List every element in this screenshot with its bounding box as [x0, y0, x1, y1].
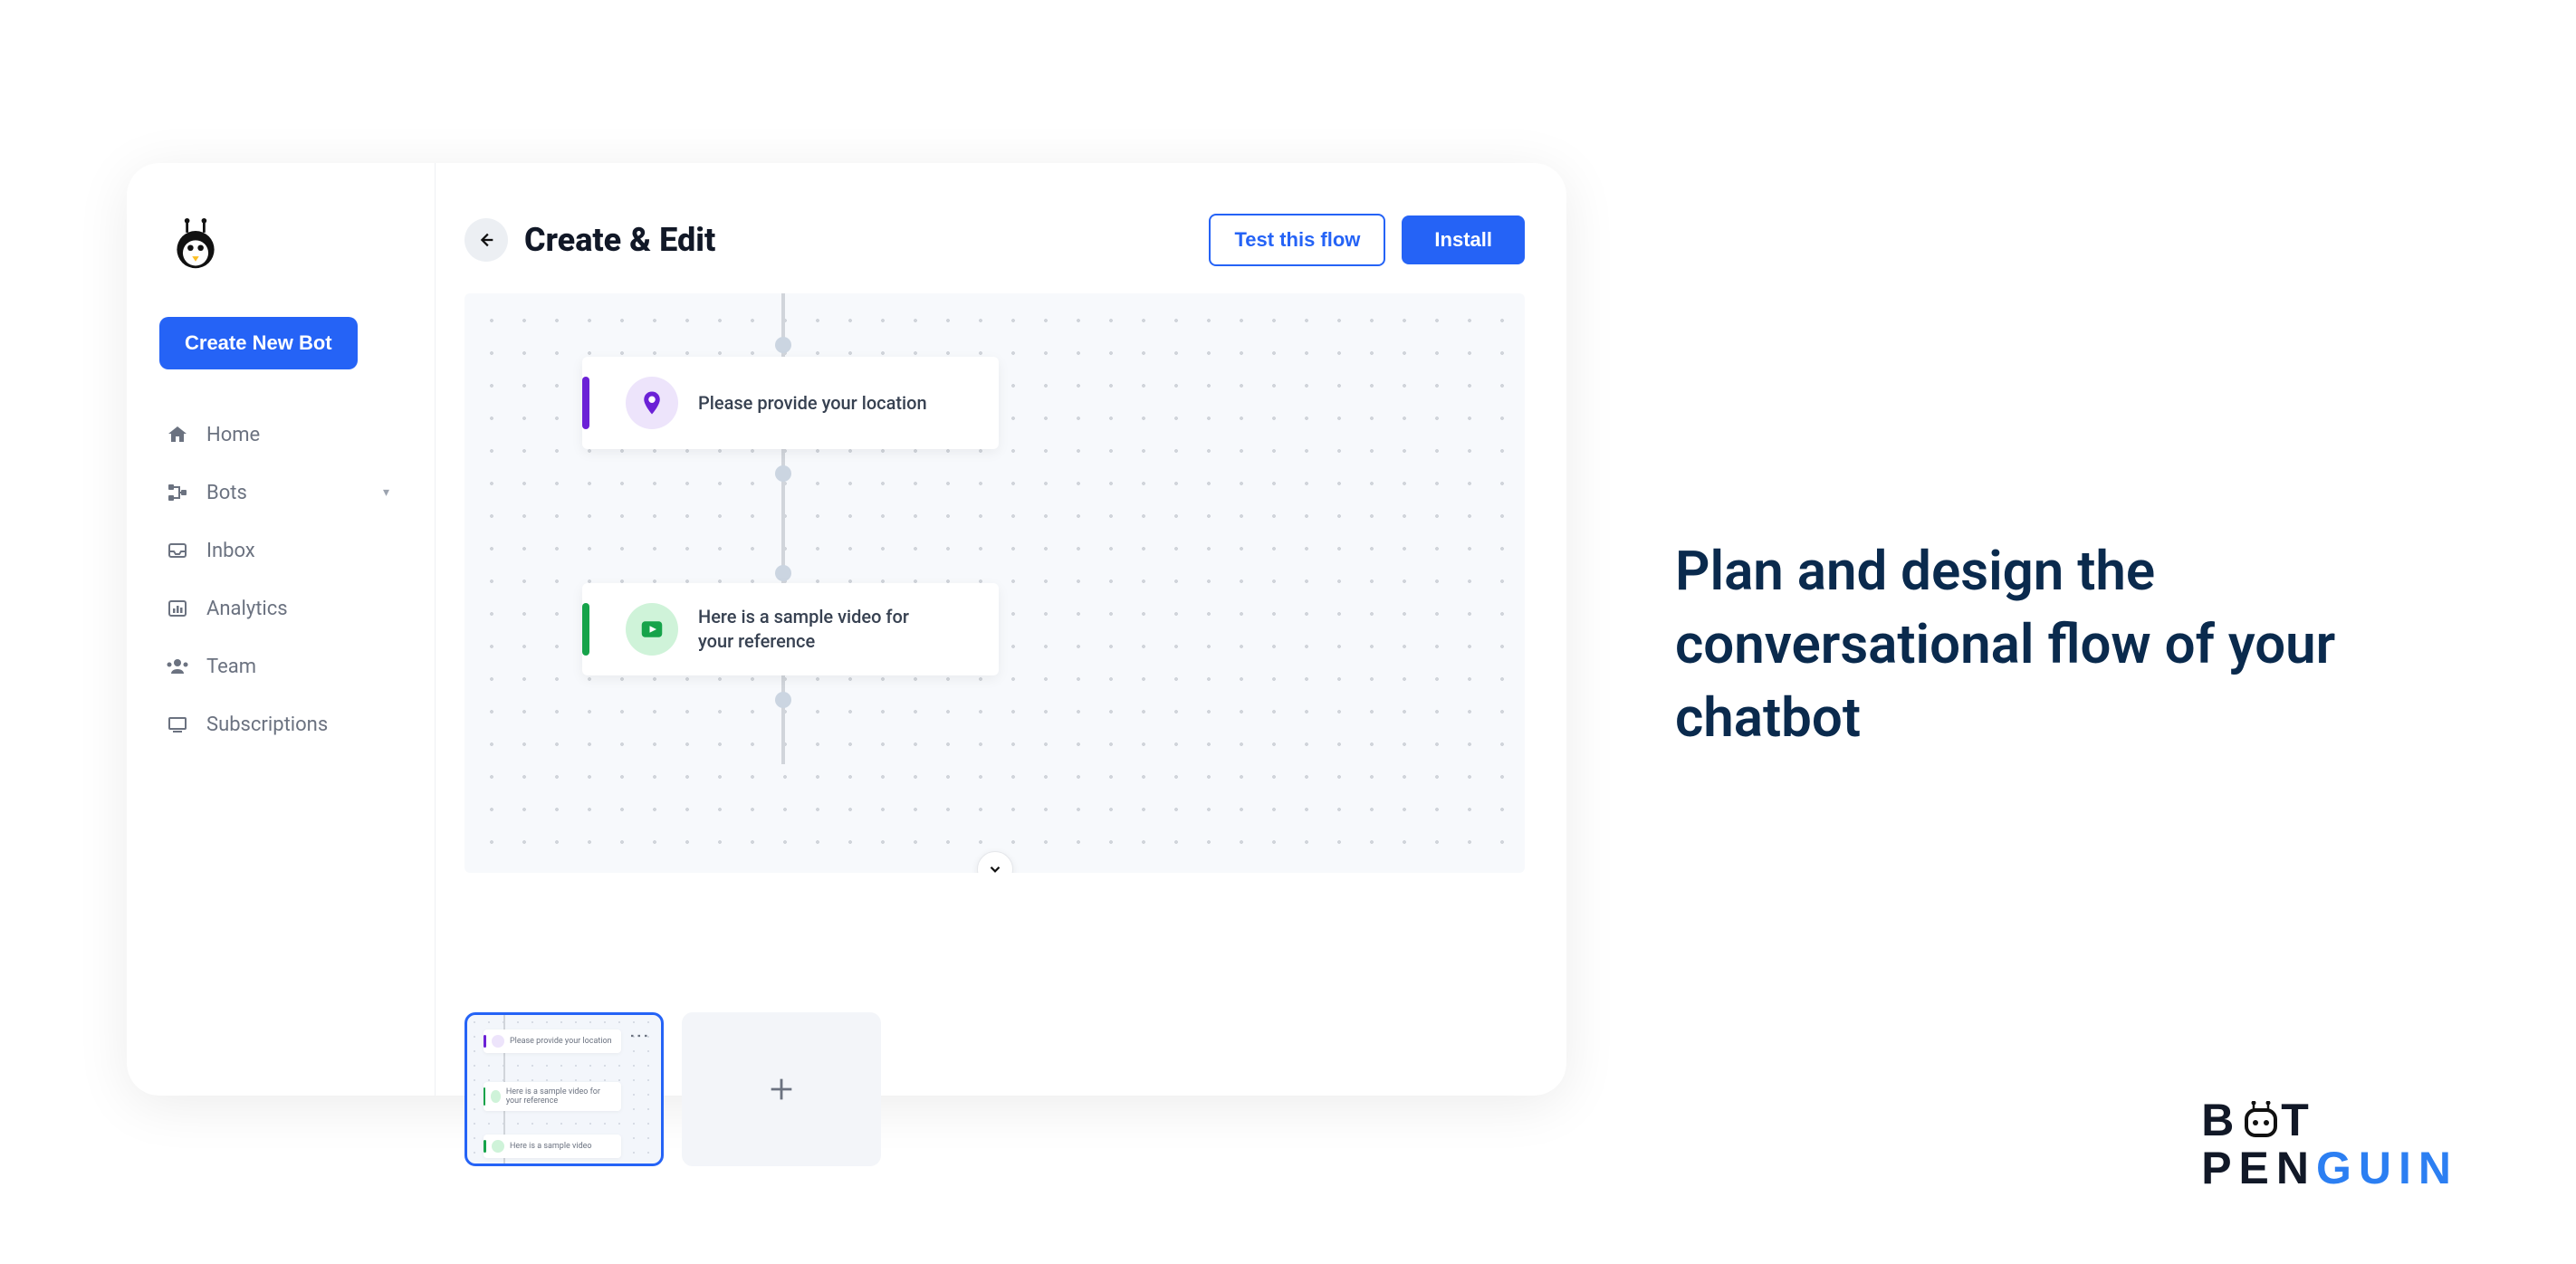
node-label: Here is a sample video for your referenc… [698, 605, 934, 654]
nav-label: Subscriptions [206, 713, 328, 736]
nav-label: Analytics [206, 598, 288, 620]
flow-connector-dot [775, 692, 791, 708]
nav-list: Home Bots ▾ Inbox Analytics [159, 406, 417, 753]
node-label: Please provide your location [698, 391, 927, 416]
create-new-bot-button[interactable]: Create New Bot [159, 317, 358, 369]
location-pin-icon [626, 377, 678, 429]
brand-line1-a: B [2201, 1095, 2241, 1145]
nav-label: Bots [206, 482, 247, 504]
nav-item-home[interactable]: Home [159, 406, 417, 464]
nav-item-inbox[interactable]: Inbox [159, 522, 417, 579]
nav-label: Home [206, 424, 260, 446]
page-title: Create & Edit [524, 221, 715, 259]
flow-connector-dot [775, 337, 791, 353]
brand-robot-o-icon [2241, 1096, 2281, 1144]
test-flow-button[interactable]: Test this flow [1209, 214, 1385, 266]
flow-thumbnails-strip: ⋮ Please provide your location Here is a… [464, 1012, 881, 1166]
flow-thumbnail[interactable]: ⋮ Please provide your location Here is a… [464, 1012, 664, 1166]
thumbnail-menu-icon[interactable]: ⋮ [627, 1026, 650, 1048]
node-accent-strip [582, 603, 589, 656]
flow-canvas[interactable]: Please provide your location Here is a s… [464, 293, 1525, 873]
home-icon [165, 422, 190, 447]
node-accent-strip [582, 377, 589, 429]
sidebar: Create New Bot Home Bots ▾ Inbox [127, 163, 435, 1096]
main-panel: Create & Edit Test this flow Install Ple… [435, 163, 1566, 1096]
hero-headline: Plan and design the conversational flow … [1675, 534, 2454, 754]
analytics-icon [165, 596, 190, 621]
nav-item-bots[interactable]: Bots ▾ [159, 464, 417, 522]
app-card: Create New Bot Home Bots ▾ Inbox [127, 163, 1566, 1096]
brand-line1-b: T [2281, 1095, 2316, 1145]
topbar: Create & Edit Test this flow Install [464, 214, 1525, 266]
flow-connector-dot [775, 565, 791, 581]
botpenguin-wordmark: B T PENGUIN [2201, 1096, 2458, 1192]
nav-item-analytics[interactable]: Analytics [159, 579, 417, 637]
nav-label: Inbox [206, 540, 255, 562]
add-flow-thumbnail-button[interactable] [682, 1012, 881, 1166]
chevron-down-icon: ▾ [383, 485, 389, 500]
team-icon [165, 654, 190, 679]
flow-node-location[interactable]: Please provide your location [582, 357, 999, 449]
subscriptions-icon [165, 712, 190, 737]
brand-logo-icon [168, 217, 223, 272]
install-button[interactable]: Install [1402, 215, 1525, 264]
mini-node-label: Please provide your location [510, 1037, 612, 1046]
inbox-icon [165, 538, 190, 563]
flow-node-video[interactable]: Here is a sample video for your referenc… [582, 583, 999, 675]
brand-line2-a: PEN [2201, 1143, 2316, 1193]
mini-node-label: Here is a sample video for your referenc… [506, 1087, 618, 1106]
nav-label: Team [206, 656, 256, 678]
nav-item-subscriptions[interactable]: Subscriptions [159, 695, 417, 753]
bots-icon [165, 480, 190, 505]
brand-line2-b: GUIN [2316, 1143, 2458, 1193]
nav-item-team[interactable]: Team [159, 637, 417, 695]
video-play-icon [626, 603, 678, 656]
back-button[interactable] [464, 218, 508, 262]
flow-connector-dot [775, 465, 791, 482]
mini-node-label: Here is a sample video [510, 1142, 592, 1151]
